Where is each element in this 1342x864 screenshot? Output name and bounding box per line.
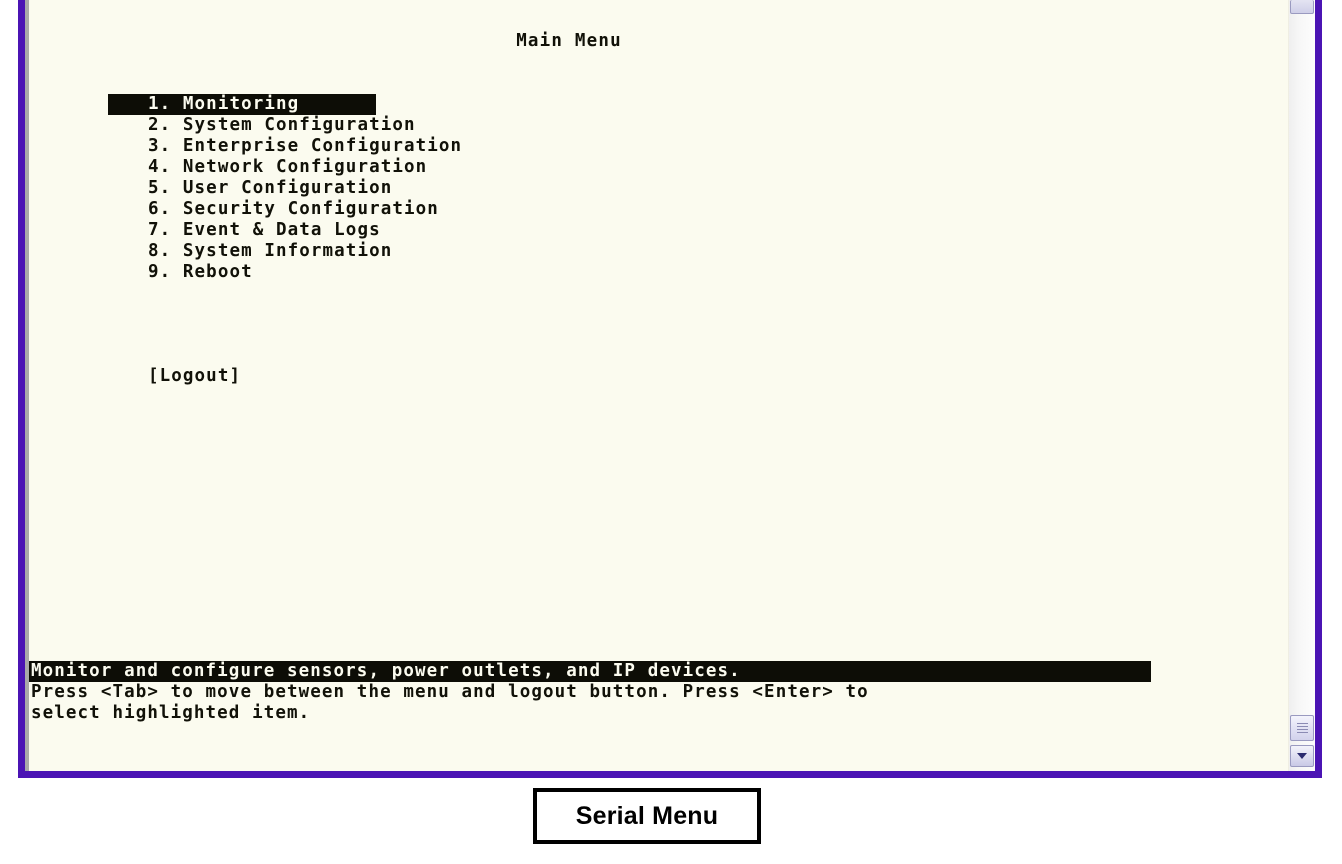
menu-item-network-configuration[interactable]: 4. Network Configuration xyxy=(108,157,426,178)
menu-item-system-configuration[interactable]: 2. System Configuration xyxy=(108,115,415,136)
menu-item-monitoring[interactable]: 1. Monitoring xyxy=(108,94,376,115)
figure-caption-label: Serial Menu xyxy=(575,801,719,830)
vertical-scrollbar[interactable] xyxy=(1288,0,1315,771)
status-line-hint-2: select highlighted item. xyxy=(31,703,311,723)
serial-terminal-window: Main Menu 1. Monitoring 2. System Config… xyxy=(18,0,1322,778)
menu-item-security-configuration[interactable]: 6. Security Configuration xyxy=(108,199,438,220)
terminal-screen: Main Menu 1. Monitoring 2. System Config… xyxy=(29,0,1288,771)
status-line-description: Monitor and configure sensors, power out… xyxy=(29,661,1151,682)
logout-button[interactable]: [Logout] xyxy=(148,366,241,387)
scroll-down-icon[interactable] xyxy=(1290,745,1314,767)
chevron-down-icon xyxy=(1297,753,1307,759)
scrollbar-thumb[interactable] xyxy=(1290,715,1314,741)
scroll-up-icon[interactable] xyxy=(1290,0,1314,14)
menu-item-system-information[interactable]: 8. System Information xyxy=(108,241,391,262)
status-line-hint-1: Press <Tab> to move between the menu and… xyxy=(31,682,869,702)
status-help-area: Monitor and configure sensors, power out… xyxy=(29,661,1288,724)
menu-item-event-and-data-logs[interactable]: 7. Event & Data Logs xyxy=(108,220,380,241)
main-menu-list[interactable]: 1. Monitoring 2. System Configuration 3.… xyxy=(108,94,461,283)
menu-item-reboot[interactable]: 9. Reboot xyxy=(108,262,376,283)
terminal-client-area: Main Menu 1. Monitoring 2. System Config… xyxy=(25,0,1315,771)
page-title: Main Menu xyxy=(516,31,622,51)
menu-item-user-configuration[interactable]: 5. User Configuration xyxy=(108,178,391,199)
menu-item-enterprise-configuration[interactable]: 3. Enterprise Configuration xyxy=(108,136,461,157)
figure-caption-box: Serial Menu xyxy=(533,788,761,844)
